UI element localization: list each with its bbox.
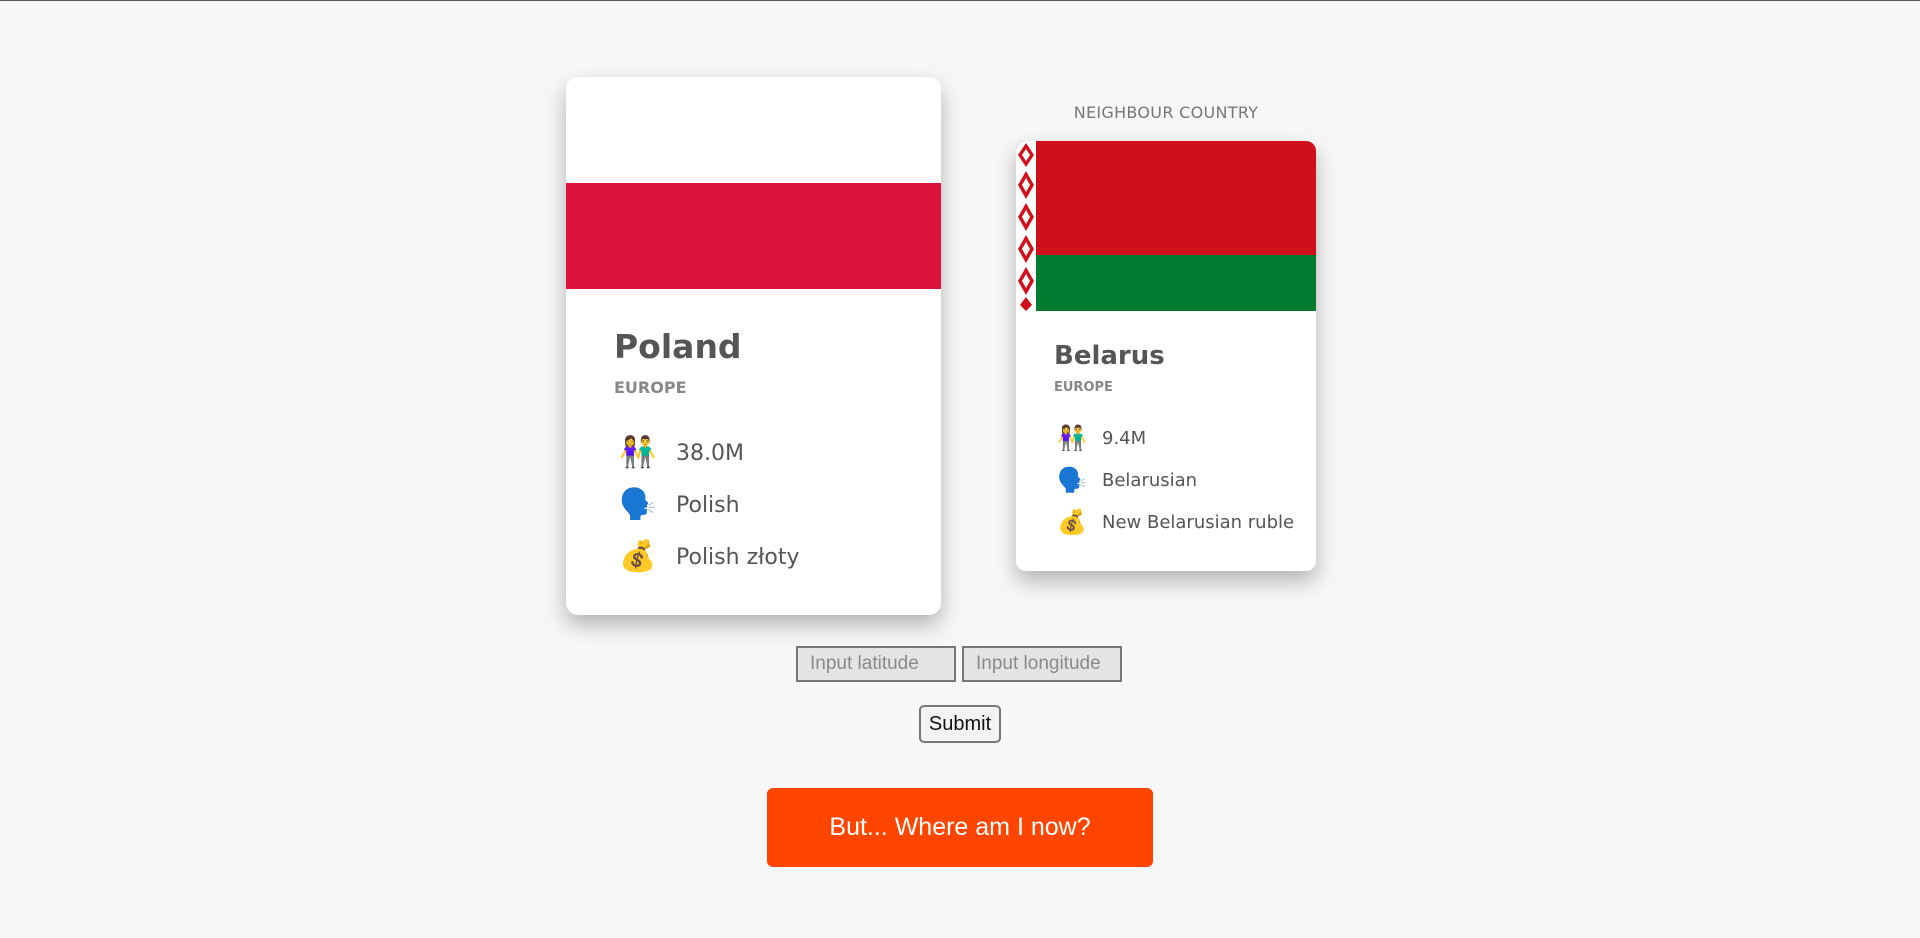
where-am-i-button[interactable]: But... Where am I now? — [767, 788, 1153, 867]
country-info: Poland EUROPE 👫 38.0M 🗣️ Polish 💰 Polish… — [614, 327, 914, 583]
population-value: 38.0M — [676, 440, 744, 466]
neighbour-language-value: Belarusian — [1102, 469, 1198, 491]
money-bag-icon: 💰 — [1057, 508, 1087, 536]
neighbour-currency-row: 💰 New Belarusian ruble — [1054, 501, 1304, 543]
speaking-head-icon: 🗣️ — [1057, 466, 1087, 494]
submit-button[interactable]: Submit — [919, 705, 1001, 743]
neighbour-flag — [1016, 141, 1316, 311]
people-holding-hands-icon: 👫 — [1057, 424, 1087, 452]
people-holding-hands-icon: 👫 — [619, 435, 657, 470]
country-flag — [566, 77, 941, 289]
country-card: Poland EUROPE 👫 38.0M 🗣️ Polish 💰 Polish… — [566, 77, 941, 615]
neighbour-population-value: 9.4M — [1102, 427, 1147, 449]
language-value: Polish — [676, 492, 740, 518]
latitude-input[interactable] — [796, 646, 956, 682]
language-row: 🗣️ Polish — [614, 479, 914, 531]
currency-row: 💰 Polish złoty — [614, 531, 914, 583]
country-region: EUROPE — [614, 378, 687, 397]
neighbour-name: Belarus — [1054, 341, 1165, 371]
coordinates-form — [796, 646, 1122, 682]
flag-stripe-red — [1016, 141, 1316, 255]
flag-ornament — [1016, 141, 1036, 311]
longitude-input[interactable] — [962, 646, 1122, 682]
neighbour-info: Belarus EUROPE 👫 9.4M 🗣️ Belarusian 💰 Ne… — [1054, 341, 1304, 543]
neighbour-population-row: 👫 9.4M — [1054, 417, 1304, 459]
neighbour-country-card: Belarus EUROPE 👫 9.4M 🗣️ Belarusian 💰 Ne… — [1016, 141, 1316, 571]
country-name: Poland — [614, 327, 742, 366]
flag-stripe-white — [566, 77, 941, 183]
population-row: 👫 38.0M — [614, 427, 914, 479]
neighbour-section-label: NEIGHBOUR COUNTRY — [1073, 103, 1259, 122]
speaking-head-icon: 🗣️ — [619, 487, 657, 522]
money-bag-icon: 💰 — [619, 539, 657, 574]
neighbour-region: EUROPE — [1054, 380, 1113, 395]
flag-stripe-green — [1016, 255, 1316, 311]
neighbour-currency-value: New Belarusian ruble — [1102, 511, 1295, 533]
currency-value: Polish złoty — [676, 544, 800, 570]
top-border — [0, 0, 1920, 1]
neighbour-language-row: 🗣️ Belarusian — [1054, 459, 1304, 501]
flag-stripe-red — [566, 183, 941, 289]
